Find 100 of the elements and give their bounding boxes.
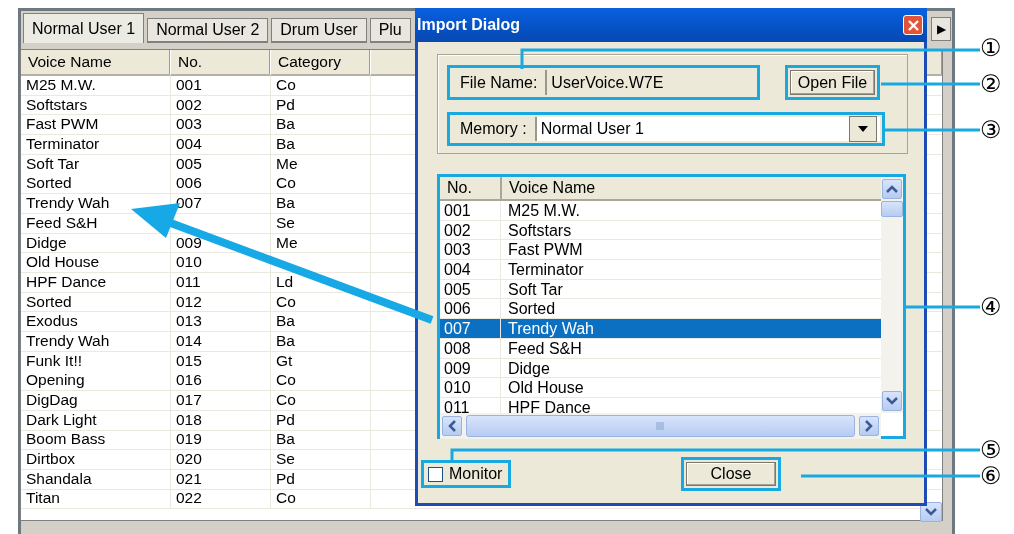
scroll-down-button[interactable] xyxy=(882,391,902,411)
close-dialog-button[interactable]: Close xyxy=(686,462,776,486)
table-cell: Titan xyxy=(21,489,171,510)
callout-number: ③ xyxy=(980,117,1002,143)
grip-icon xyxy=(656,422,665,430)
tab-scroll-button[interactable]: ▶ xyxy=(931,17,951,41)
scroll-left-button[interactable] xyxy=(442,416,462,436)
table-cell: Co xyxy=(271,371,371,391)
memory-dropdown[interactable]: Normal User 1 xyxy=(534,117,880,141)
callout-number: ④ xyxy=(980,294,1002,320)
table-cell: Co xyxy=(271,489,371,510)
tab[interactable]: Normal User 1 xyxy=(23,13,145,43)
chevron-right-icon xyxy=(865,420,873,432)
table-cell: M25 M.W. xyxy=(21,76,171,96)
table-cell: 022 xyxy=(171,489,271,510)
table-cell: Funk It!! xyxy=(21,351,171,372)
table-cell: Co xyxy=(271,292,371,313)
table-cell: Pd xyxy=(271,95,371,116)
list-row[interactable]: 004 Terminator xyxy=(440,260,881,280)
table-cell: Terminator xyxy=(21,135,171,155)
table-cell: 012 xyxy=(171,292,271,313)
table-cell: 003 xyxy=(171,115,271,136)
table-cell: Co xyxy=(271,76,371,96)
table-cell: 015 xyxy=(171,351,271,372)
file-name-field: UserVoice.W7E xyxy=(545,70,755,95)
scroll-thumb[interactable] xyxy=(466,415,855,437)
table-cell: 016 xyxy=(171,371,271,391)
callout-number: ① xyxy=(980,35,1002,61)
list-row[interactable]: 008 Feed S&H xyxy=(440,338,881,359)
column-header[interactable]: Voice Name xyxy=(502,177,596,199)
column-header[interactable]: Category xyxy=(271,50,371,76)
table-cell: 004 xyxy=(171,135,271,155)
chevron-down-icon xyxy=(886,397,898,405)
list-row[interactable]: 001 M25 M.W. xyxy=(440,201,881,221)
table-cell: 011 xyxy=(171,272,271,293)
window-title: Import Dialog xyxy=(417,16,521,34)
list-row[interactable]: 009 Didge xyxy=(440,358,881,379)
table-cell: Sorted xyxy=(21,174,171,195)
table-cell: 006 xyxy=(171,174,271,195)
chevron-left-icon xyxy=(448,420,456,432)
monitor-checkbox[interactable]: Monitor xyxy=(421,460,511,488)
table-cell: HPF Dance xyxy=(21,272,171,293)
dropdown-arrow-icon xyxy=(858,126,868,132)
table-cell: Se xyxy=(271,450,371,470)
table-cell: 017 xyxy=(171,391,271,411)
scroll-thumb[interactable] xyxy=(881,201,903,217)
scroll-up-button[interactable] xyxy=(882,179,902,199)
tab[interactable]: Normal User 2 xyxy=(147,18,269,43)
open-file-button[interactable]: Open File xyxy=(790,70,875,95)
list-row[interactable]: 007 Trendy Wah xyxy=(440,319,881,339)
table-cell: Se xyxy=(271,213,371,234)
table-cell: Fast PWM xyxy=(21,115,171,136)
tab[interactable]: Drum User xyxy=(271,18,367,43)
table-cell: Opening xyxy=(21,371,171,391)
chevron-up-icon xyxy=(886,185,898,193)
checkbox[interactable] xyxy=(428,466,443,482)
tab[interactable]: Plu xyxy=(369,18,411,43)
table-cell: Softstars xyxy=(21,95,171,116)
table-cell: Sorted xyxy=(21,292,171,313)
table-cell: Co xyxy=(271,174,371,195)
table-cell: Trendy Wah xyxy=(21,331,171,352)
table-cell: Dirtbox xyxy=(21,450,171,470)
table-cell: Exodus xyxy=(21,312,171,332)
table-cell: Ba xyxy=(271,115,371,136)
table-cell: Shandala xyxy=(21,469,171,490)
column-header[interactable]: No. xyxy=(171,50,271,76)
chevron-down-icon xyxy=(925,508,937,516)
list-row[interactable]: 010 Old House xyxy=(440,378,881,398)
list-row[interactable]: 005 Soft Tar xyxy=(440,279,881,300)
table-cell: Pd xyxy=(271,469,371,490)
table-cell: Ld xyxy=(271,272,371,293)
table-cell: Co xyxy=(271,391,371,411)
table-cell: 002 xyxy=(171,95,271,116)
table-cell: Ba xyxy=(271,194,371,214)
scroll-right-button[interactable] xyxy=(859,416,879,436)
column-header[interactable]: Voice Name xyxy=(21,50,171,76)
table-cell: 009 xyxy=(171,233,271,254)
column-header[interactable]: No. xyxy=(440,177,502,199)
table-cell: Dark Light xyxy=(21,410,171,431)
table-cell: 005 xyxy=(171,154,271,175)
table-cell: Soft Tar xyxy=(21,154,171,175)
callout-number: ⑤ xyxy=(980,437,1002,463)
list-row[interactable]: 002 Softstars xyxy=(440,220,881,241)
table-cell: 014 xyxy=(171,331,271,352)
scroll-down-button[interactable] xyxy=(920,502,942,522)
table-cell: 021 xyxy=(171,469,271,490)
callout-number: ⑥ xyxy=(980,463,1002,489)
table-cell: DigDag xyxy=(21,391,171,411)
table-cell: Ba xyxy=(271,135,371,155)
table-cell: 010 xyxy=(171,253,271,273)
list-row[interactable]: 003 Fast PWM xyxy=(440,240,881,261)
table-cell: 020 xyxy=(171,450,271,470)
table-cell: Gt xyxy=(271,351,371,372)
table-cell: 001 xyxy=(171,76,271,96)
table-cell: 018 xyxy=(171,410,271,431)
callout-number: ② xyxy=(980,71,1002,97)
table-cell: Ba xyxy=(271,430,371,451)
close-button[interactable] xyxy=(903,15,923,35)
table-cell: Pd xyxy=(271,410,371,431)
table-cell: Ba xyxy=(271,312,371,332)
